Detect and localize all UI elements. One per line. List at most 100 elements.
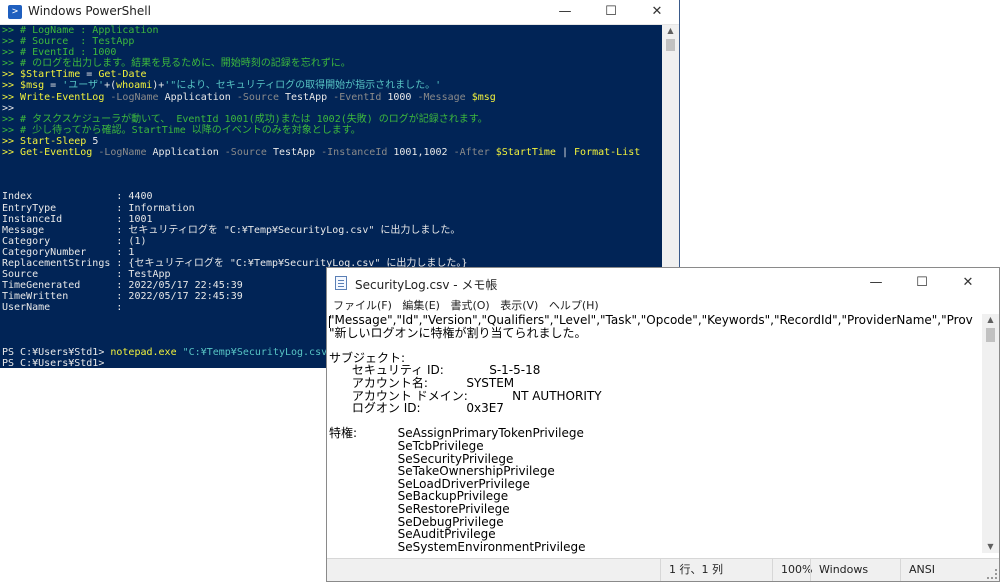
notepad-statusbar: 1 行、1 列 100% Windows (CRLF) ANSI <box>327 558 999 581</box>
console-text: InstanceId : 1001 <box>2 213 153 225</box>
notepad-window: SecurityLog.csv - メモ帳 — ☐ ✕ ファイル(F) 編集(E… <box>326 267 1000 582</box>
notepad-text-area[interactable]: "Message","Id","Version","Qualifiers","L… <box>327 314 987 554</box>
close-button[interactable]: ✕ <box>634 0 679 24</box>
console-text: Application <box>164 91 231 103</box>
text-line: SeTcbPrivilege <box>329 438 484 453</box>
menu-format[interactable]: 書式(O) <box>450 298 489 314</box>
console-text: Index : 4400 <box>2 191 153 203</box>
powershell-icon: > <box>8 5 22 19</box>
console-line: >> $msg = 'ユーザ'+(whoami)+'"により、セキュリティログの… <box>2 80 662 91</box>
console-line: Message : セキュリティログを "C:¥Temp¥SecurityLog… <box>2 225 662 236</box>
console-text: = <box>80 69 99 81</box>
console-text: >> # EventId : 1000 <box>2 47 117 59</box>
close-button[interactable]: ✕ <box>945 268 991 298</box>
console-text: >> Write-EventLog <box>2 91 105 103</box>
maximize-button[interactable]: ☐ <box>588 0 634 24</box>
console-text: Message : セキュリティログを "C:¥Temp¥SecurityLog… <box>2 224 461 236</box>
console-line: >> # LogName : Application <box>2 25 662 36</box>
console-text: >> # Source : TestApp <box>2 36 135 48</box>
line-ending: Windows (CRLF) <box>810 559 900 581</box>
console-text: >> # タスクスケジューラが動いて、 EventId 1001(成功)または … <box>2 113 488 125</box>
console-text: $msg <box>471 91 496 103</box>
console-text: -Message <box>411 91 472 103</box>
encoding: ANSI <box>900 559 999 581</box>
console-text: Get-Date <box>98 69 147 81</box>
console-text: UserName : <box>2 302 123 314</box>
scroll-up-icon[interactable]: ▲ <box>662 25 679 37</box>
console-text: whoami <box>116 80 153 92</box>
minimize-button[interactable]: — <box>542 0 588 24</box>
notepad-icon <box>335 276 347 290</box>
console-text: Category : (1) <box>2 235 147 247</box>
scrollbar-thumb[interactable] <box>666 39 675 51</box>
console-text: PS C:¥Users¥Std1> <box>2 357 105 368</box>
console-line: >> # のログを出力します。結果を見るために、開始時刻の記録を忘れずに。 <box>2 58 662 69</box>
powershell-titlebar[interactable]: > Windows PowerShell — ☐ ✕ <box>0 0 679 25</box>
console-text: )+ <box>152 80 165 92</box>
console-line: >> # EventId : 1000 <box>2 47 662 58</box>
console-text: >> $StartTime <box>2 69 81 81</box>
console-text: 'ユーザ' <box>62 80 105 92</box>
text-line: SeAuditPrivilege <box>329 527 496 542</box>
console-line: EntryType : Information <box>2 203 662 214</box>
menu-help[interactable]: ヘルプ(H) <box>549 298 599 314</box>
maximize-button[interactable]: ☐ <box>899 268 945 298</box>
console-line: CategoryNumber : 1 <box>2 247 662 258</box>
console-line: Index : 4400 <box>2 191 662 202</box>
console-line: >> $StartTime = Get-Date <box>2 69 662 80</box>
scroll-down-icon[interactable]: ▼ <box>982 541 999 553</box>
console-line: >> Get-EventLog -LogName Application -So… <box>2 147 662 158</box>
console-text: Format-List <box>574 147 641 159</box>
console-text: Application <box>152 147 219 159</box>
console-text: >> Get-EventLog <box>2 147 93 159</box>
resize-grip-icon[interactable] <box>987 569 997 579</box>
console-text: -LogName <box>92 147 153 159</box>
notepad-titlebar[interactable]: SecurityLog.csv - メモ帳 — ☐ ✕ <box>327 268 999 298</box>
menu-view[interactable]: 表示(V) <box>500 298 538 314</box>
console-text: 1000 <box>387 91 412 103</box>
menu-edit[interactable]: 編集(E) <box>402 298 440 314</box>
text-line: SeRestorePrivilege <box>329 501 510 516</box>
text-caret <box>329 316 330 328</box>
console-text: TimeWritten : 2022/05/17 22:45:39 <box>2 291 243 303</box>
zoom-level: 100% <box>772 559 812 581</box>
powershell-title: Windows PowerShell <box>28 4 151 18</box>
cursor-position: 1 行、1 列 <box>660 559 772 581</box>
text-line: アカウント名: SYSTEM <box>329 375 515 390</box>
console-text: >> Start-Sleep <box>2 135 87 147</box>
console-line: >> Write-EventLog -LogName Application -… <box>2 92 662 103</box>
console-text: 5 <box>86 135 99 147</box>
console-line: >> Start-Sleep 5 <box>2 136 662 147</box>
console-text: TestApp <box>285 91 328 103</box>
text-line: "Message","Id","Version","Qualifiers","L… <box>329 314 973 327</box>
console-text: 1001,1002 <box>393 147 448 159</box>
notepad-menubar: ファイル(F) 編集(E) 書式(O) 表示(V) ヘルプ(H) <box>327 298 999 314</box>
console-line: >> # 少し待ってから確認。StartTime 以降のイベントのみを対象としま… <box>2 125 662 136</box>
scroll-up-icon[interactable]: ▲ <box>982 314 999 326</box>
console-text: -LogName <box>104 91 165 103</box>
console-text: '"により、セキュリティログの取得開始が指示されました。' <box>164 80 442 92</box>
console-text: Source : TestApp <box>2 269 171 281</box>
notepad-scrollbar[interactable]: ▲ ▼ <box>982 314 999 553</box>
console-text: EntryType : Information <box>2 202 195 214</box>
console-text: >> # 少し待ってから確認。StartTime 以降のイベントのみを対象としま… <box>2 124 361 136</box>
console-text: -After <box>447 147 496 159</box>
minimize-button[interactable]: — <box>853 268 899 298</box>
text-line: "新しいログオンに特権が割り当てられました。 <box>329 325 587 340</box>
console-text: TimeGenerated : 2022/05/17 22:45:39 <box>2 280 243 292</box>
scrollbar-thumb[interactable] <box>986 328 995 342</box>
console-text: >> # LogName : Application <box>2 25 159 36</box>
console-line: >> <box>2 103 662 114</box>
menu-file[interactable]: ファイル(F) <box>333 298 392 314</box>
notepad-title: SecurityLog.csv - メモ帳 <box>355 278 498 292</box>
console-text: notepad.exe <box>110 346 177 358</box>
console-text: -Source <box>230 91 285 103</box>
console-text: -InstanceId <box>315 147 394 159</box>
console-text: CategoryNumber : 1 <box>2 246 135 258</box>
console-text: -Source <box>218 147 273 159</box>
console-line: Category : (1) <box>2 236 662 247</box>
console-text: >> # のログを出力します。結果を見るために、開始時刻の記録を忘れずに。 <box>2 58 351 70</box>
console-text: | <box>555 147 575 159</box>
